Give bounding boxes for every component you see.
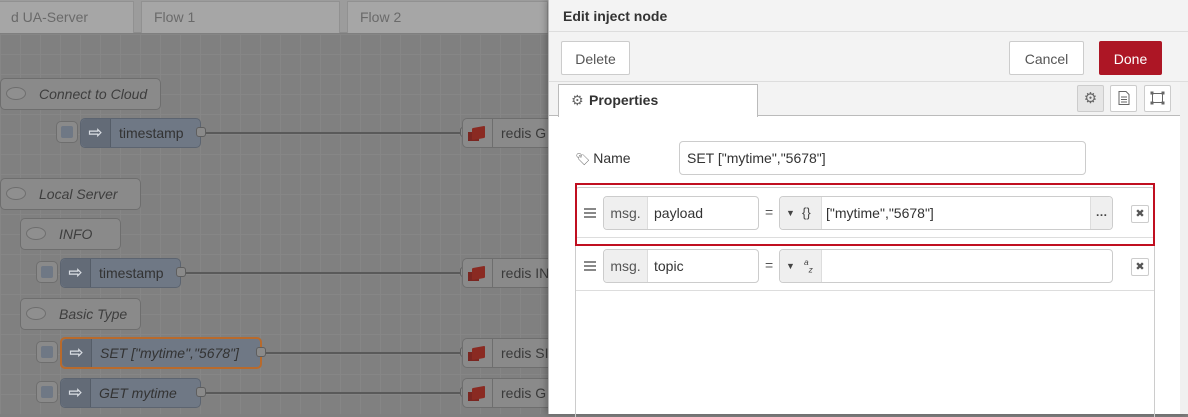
comment-node-info[interactable]: INFO bbox=[20, 218, 121, 250]
string-type-icon: az bbox=[804, 257, 813, 275]
name-label-text: Name bbox=[593, 150, 631, 166]
comment-icon bbox=[6, 187, 26, 200]
workspace-tab-bar: d UA-Server Flow 1 Flow 2 bbox=[0, 0, 548, 33]
node-label: redis G bbox=[501, 385, 547, 401]
equals-sign: = bbox=[765, 257, 774, 273]
comment-node-basic-type[interactable]: Basic Type bbox=[20, 298, 141, 330]
tab-label: Properties bbox=[589, 92, 659, 108]
cancel-button[interactable]: Cancel bbox=[1009, 41, 1084, 75]
output-port[interactable] bbox=[196, 387, 206, 397]
inject-trigger-button[interactable] bbox=[56, 121, 78, 143]
flow-canvas[interactable]: Connect to Cloud ⇨ timestamp redis G Loc… bbox=[0, 34, 548, 414]
node-label: timestamp bbox=[119, 125, 184, 141]
redis-icon bbox=[463, 259, 493, 287]
node-label: redis SI bbox=[501, 345, 548, 361]
tab-label: d UA-Server bbox=[11, 9, 89, 25]
wire[interactable] bbox=[205, 392, 465, 394]
comment-icon bbox=[6, 87, 26, 100]
comment-node-local-server[interactable]: Local Server bbox=[0, 178, 141, 210]
tab-flow-1[interactable]: Flow 1 bbox=[141, 1, 340, 33]
drag-handle-icon[interactable] bbox=[584, 261, 596, 271]
node-label: redis IN bbox=[501, 265, 548, 281]
tab-label: Flow 2 bbox=[360, 9, 402, 25]
tab-flow-2[interactable]: Flow 2 bbox=[347, 1, 548, 33]
name-field-label: 🏷︎ Name bbox=[575, 150, 631, 166]
tray-toolbar: Delete Cancel Done bbox=[549, 32, 1188, 82]
msg-prefix-label: msg. bbox=[604, 250, 648, 282]
highlight-annotation-box bbox=[575, 183, 1155, 246]
name-input[interactable] bbox=[679, 141, 1086, 175]
inject-trigger-button[interactable] bbox=[36, 341, 58, 363]
delete-button[interactable]: Delete bbox=[561, 41, 630, 75]
inject-arrow-icon: ⇨ bbox=[61, 259, 91, 287]
node-label: redis G bbox=[501, 125, 547, 141]
tag-icon: 🏷︎ bbox=[575, 152, 591, 166]
gear-icon: ⚙ bbox=[571, 92, 584, 108]
output-port[interactable] bbox=[196, 127, 206, 137]
output-port[interactable] bbox=[256, 347, 266, 357]
comment-label: Basic Type bbox=[59, 306, 128, 322]
property-name-input[interactable]: msg. topic bbox=[603, 249, 759, 283]
tray-header: Edit inject node bbox=[549, 0, 1188, 32]
wire[interactable] bbox=[185, 272, 465, 274]
done-button[interactable]: Done bbox=[1099, 41, 1162, 75]
tab-ua-server[interactable]: d UA-Server bbox=[0, 1, 134, 33]
wire[interactable] bbox=[205, 132, 465, 134]
inject-arrow-icon: ⇨ bbox=[61, 379, 91, 407]
inject-node-timestamp-local[interactable]: ⇨ timestamp bbox=[60, 258, 181, 288]
appearance-frame-icon[interactable] bbox=[1144, 85, 1171, 112]
node-label: timestamp bbox=[99, 265, 164, 281]
redis-node-1[interactable]: redis G bbox=[462, 118, 548, 148]
node-settings-gear-icon[interactable]: ⚙ bbox=[1077, 85, 1104, 112]
node-label: SET ["mytime","5678"] bbox=[100, 345, 239, 361]
flow-workspace: d UA-Server Flow 1 Flow 2 Connect to Clo… bbox=[0, 0, 548, 414]
comment-icon bbox=[26, 227, 46, 240]
properties-panel: 🏷︎Name msg. payload = ▼ {} ["mytime","56… bbox=[549, 117, 1188, 417]
tab-label: Flow 1 bbox=[154, 9, 196, 25]
description-document-icon[interactable] bbox=[1110, 85, 1137, 112]
edit-tray: Edit inject node Delete Cancel Done ⚙ Pr… bbox=[548, 0, 1188, 417]
property-name-text: topic bbox=[654, 258, 684, 274]
comment-icon bbox=[26, 307, 46, 320]
inject-arrow-icon: ⇨ bbox=[81, 119, 111, 147]
comment-label: Local Server bbox=[39, 186, 118, 202]
tab-properties[interactable]: ⚙ Properties bbox=[558, 84, 758, 117]
remove-rule-icon[interactable]: ✖ bbox=[1131, 258, 1149, 276]
comment-node-connect-to-cloud[interactable]: Connect to Cloud bbox=[0, 78, 161, 110]
inject-trigger-button[interactable] bbox=[36, 261, 58, 283]
inject-trigger-button[interactable] bbox=[36, 381, 58, 403]
value-type-select[interactable]: ▼ az bbox=[780, 250, 822, 282]
tray-tab-bar: ⚙ Properties ⚙ bbox=[549, 82, 1188, 117]
redis-node-4[interactable]: redis G bbox=[462, 378, 548, 408]
redis-icon bbox=[463, 379, 493, 407]
rule-row-topic: msg. topic = ▼ az ✖ bbox=[576, 241, 1154, 291]
output-port[interactable] bbox=[176, 267, 186, 277]
inject-node-set-mytime-selected[interactable]: ⇨ SET ["mytime","5678"] bbox=[60, 337, 262, 369]
comment-label: Connect to Cloud bbox=[39, 86, 148, 102]
tray-scrollbar[interactable] bbox=[1180, 82, 1188, 414]
inject-node-get-mytime[interactable]: ⇨ GET mytime bbox=[60, 378, 201, 408]
inject-arrow-icon: ⇨ bbox=[62, 339, 92, 367]
redis-icon bbox=[463, 119, 493, 147]
node-label: GET mytime bbox=[99, 385, 177, 401]
wire[interactable] bbox=[265, 352, 465, 354]
redis-node-3[interactable]: redis SI bbox=[462, 338, 548, 368]
comment-label: INFO bbox=[59, 226, 93, 242]
caret-down-icon: ▼ bbox=[786, 261, 795, 271]
tray-title: Edit inject node bbox=[563, 8, 668, 24]
redis-icon bbox=[463, 339, 493, 367]
redis-node-2[interactable]: redis IN bbox=[462, 258, 548, 288]
property-value-input[interactable]: ▼ az bbox=[779, 249, 1113, 283]
inject-node-timestamp-cloud[interactable]: ⇨ timestamp bbox=[80, 118, 201, 148]
